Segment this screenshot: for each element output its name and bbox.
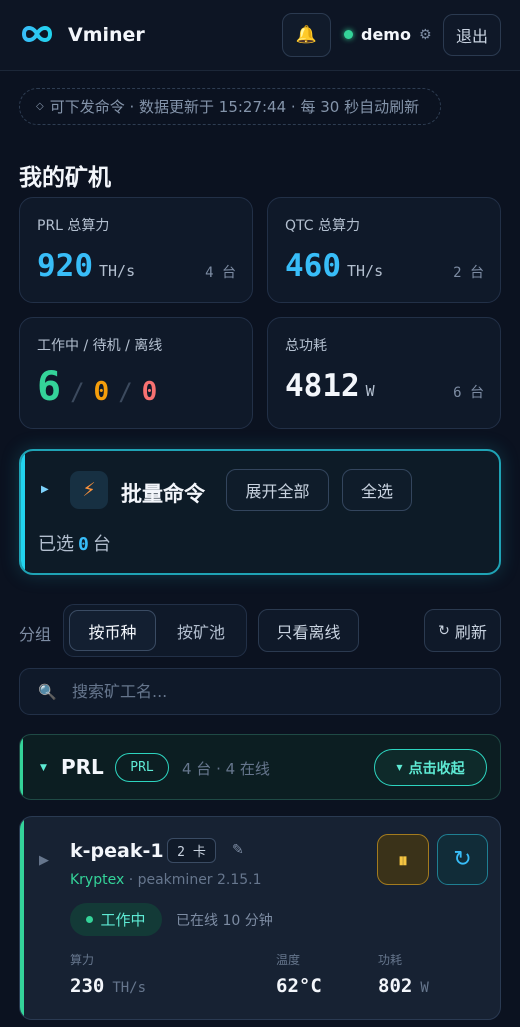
temperature-value: 62°C bbox=[276, 975, 322, 997]
power-miner-count: 6 台 bbox=[453, 385, 484, 401]
status-dot bbox=[86, 916, 94, 923]
card-label: 总功耗 bbox=[285, 338, 327, 354]
collapse-label: 点击收起 bbox=[408, 760, 465, 777]
card-label: 工作中 / 待机 / 离线 bbox=[37, 338, 163, 354]
qtc-miner-count: 2 台 bbox=[453, 265, 484, 281]
miner-name: k-peak-1 bbox=[70, 840, 164, 862]
refresh-icon: ↻ bbox=[438, 622, 450, 639]
idle-count: 0 bbox=[93, 377, 110, 407]
temperature-label: 温度 bbox=[276, 953, 301, 967]
status-counts: 6 / 0 / 0 bbox=[37, 364, 157, 410]
total-power-value: 4812 W bbox=[285, 368, 375, 404]
caret-down-icon: ▼ bbox=[40, 763, 47, 773]
search-input[interactable] bbox=[72, 669, 482, 714]
bell-icon: 🔔 bbox=[295, 25, 318, 45]
selected-count-text: 已选 0 台 bbox=[38, 534, 111, 555]
group-by-pool-button[interactable]: 按矿池 bbox=[160, 610, 242, 651]
card-label: QTC 总算力 bbox=[285, 218, 360, 234]
coin-group-header[interactable]: ▼ PRL PRL 4 台 · 4 在线 ▼ 点击收起 bbox=[19, 734, 501, 800]
group-meta: 4 台 · 4 在线 bbox=[182, 760, 270, 778]
miner-accent bbox=[20, 817, 24, 1019]
user-menu[interactable]: demo ⚙ bbox=[344, 25, 432, 44]
card-label: PRL 总算力 bbox=[37, 218, 110, 234]
power-card: 总功耗 4812 W 6 台 bbox=[267, 317, 501, 429]
group-name: PRL bbox=[61, 755, 104, 779]
panel-accent bbox=[21, 451, 25, 573]
expand-miner-icon[interactable]: ▶ bbox=[39, 853, 49, 868]
offline-only-button[interactable]: 只看离线 bbox=[258, 609, 359, 652]
app-brand: Vminer bbox=[68, 24, 145, 46]
status-label: 工作中 bbox=[100, 911, 146, 929]
pause-icon: ⏸ bbox=[398, 847, 408, 872]
separator: / bbox=[118, 378, 133, 406]
gpu-count-badge: 2 卡 bbox=[167, 838, 216, 863]
expand-all-button[interactable]: 展开全部 bbox=[226, 469, 329, 511]
gear-icon[interactable]: ⚙ bbox=[419, 27, 432, 43]
restart-button[interactable]: ↻ bbox=[437, 834, 488, 885]
collapse-group-button[interactable]: ▼ 点击收起 bbox=[374, 749, 487, 786]
hashrate-label: 算力 bbox=[70, 953, 95, 967]
bolt-icon: ⚡ bbox=[70, 471, 108, 509]
diamond-icon: ◇ bbox=[36, 101, 44, 112]
power-value: 802 W bbox=[378, 975, 429, 997]
offline-count: 0 bbox=[141, 377, 158, 407]
pause-button[interactable]: ⏸ bbox=[377, 834, 429, 885]
user-name: demo bbox=[361, 25, 411, 44]
status-summary-card: 工作中 / 待机 / 离线 6 / 0 / 0 bbox=[19, 317, 253, 429]
search-box: 🔍 bbox=[19, 668, 501, 715]
miner-card: ▶ k-peak-1 2 卡 ✎ Kryptex · peakminer 2.1… bbox=[19, 816, 501, 1020]
qtc-hashrate-value: 460 TH/s bbox=[285, 248, 384, 284]
restart-icon: ↻ bbox=[453, 847, 472, 872]
notifications-button[interactable]: 🔔 bbox=[282, 13, 331, 57]
refresh-button[interactable]: ↻ 刷新 bbox=[424, 609, 501, 652]
prl-miner-count: 4 台 bbox=[205, 265, 236, 281]
pencil-icon[interactable]: ✎ bbox=[232, 842, 244, 858]
group-by-toggle: 按币种 按矿池 bbox=[63, 604, 247, 657]
coin-badge: PRL bbox=[115, 753, 169, 782]
separator: / bbox=[70, 378, 85, 406]
hashrate-value: 230 TH/s bbox=[70, 975, 147, 997]
group-by-coin-button[interactable]: 按币种 bbox=[69, 610, 156, 651]
batch-title: 批量命令 bbox=[121, 482, 205, 506]
infinity-logo-icon bbox=[21, 26, 53, 42]
prl-hashrate-value: 920 TH/s bbox=[37, 248, 136, 284]
uptime-text: 已在线 10 分钟 bbox=[176, 913, 273, 929]
app-header: Vminer 🔔 demo ⚙ 退出 bbox=[0, 0, 520, 71]
qtc-hashrate-card: QTC 总算力 460 TH/s 2 台 bbox=[267, 197, 501, 303]
working-count: 6 bbox=[37, 364, 62, 410]
status-badge: 工作中 bbox=[70, 903, 162, 936]
page-title: 我的矿机 bbox=[19, 165, 111, 191]
power-label: 功耗 bbox=[378, 953, 403, 967]
search-icon: 🔍 bbox=[38, 683, 57, 701]
group-accent bbox=[20, 735, 23, 799]
caret-right-icon[interactable]: ▶ bbox=[41, 484, 49, 495]
batch-command-panel: ▶ ⚡ 批量命令 展开全部 全选 已选 0 台 bbox=[19, 449, 501, 575]
refresh-info-bar: ◇ 可下发命令 · 数据更新于 15:27:44 · 每 30 秒自动刷新 bbox=[19, 88, 441, 125]
miner-software: Kryptex · peakminer 2.15.1 bbox=[70, 872, 262, 888]
caret-down-icon: ▼ bbox=[396, 763, 403, 772]
prl-hashrate-card: PRL 总算力 920 TH/s 4 台 bbox=[19, 197, 253, 303]
online-status-dot bbox=[344, 30, 353, 39]
select-all-button[interactable]: 全选 bbox=[342, 469, 412, 511]
refresh-info-text: 可下发命令 · 数据更新于 15:27:44 · 每 30 秒自动刷新 bbox=[49, 98, 420, 116]
logout-button[interactable]: 退出 bbox=[443, 14, 501, 56]
group-by-label: 分组 bbox=[19, 625, 52, 644]
refresh-label: 刷新 bbox=[454, 622, 487, 642]
